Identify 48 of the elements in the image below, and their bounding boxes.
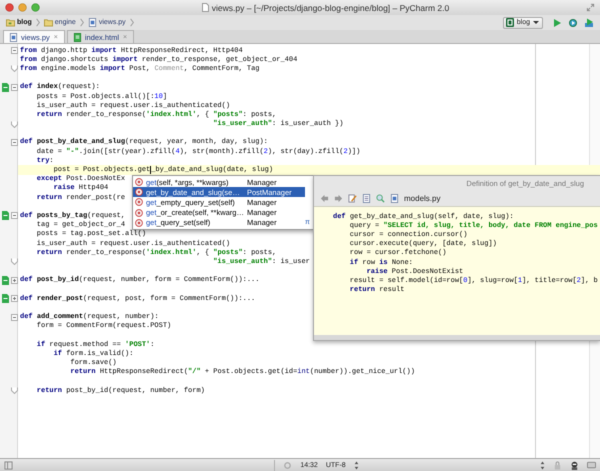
- panel-toggle-icon[interactable]: [4, 460, 13, 470]
- fold-end-icon: [10, 387, 18, 394]
- expand-icon: [10, 295, 18, 302]
- lock-icon[interactable]: [553, 460, 562, 470]
- python-file-icon: [9, 32, 18, 42]
- python-file-icon: [88, 18, 97, 27]
- fullscreen-icon[interactable]: [586, 3, 595, 12]
- coverage-button[interactable]: [582, 16, 595, 28]
- find-icon[interactable]: [376, 194, 385, 202]
- fold-end-icon: [10, 258, 18, 266]
- file-name: models.py: [404, 194, 440, 202]
- up-down-arrows-icon: [540, 460, 545, 470]
- chevron-icon: [130, 18, 134, 27]
- close-window-icon[interactable]: [5, 3, 14, 12]
- document-icon: [202, 3, 209, 12]
- coverage-icon: [584, 18, 594, 28]
- fold-end-icon: [10, 120, 18, 128]
- run-icon: [552, 18, 562, 28]
- fold-icon: [10, 314, 18, 321]
- html-file-icon: [72, 32, 82, 42]
- document-icon: [2, 82, 10, 92]
- window-title: views.py – [~/Projects/django-blog-engine/blog] – PyCharm 2.0: [212, 2, 450, 12]
- forward-icon[interactable]: [334, 194, 343, 202]
- folder-icon: [6, 18, 15, 27]
- chevron-icon: [36, 18, 40, 27]
- fold-icon: [10, 84, 18, 91]
- up-down-arrows-icon: [354, 460, 359, 470]
- edit-icon[interactable]: [348, 194, 357, 202]
- chevron-icon: [80, 18, 84, 27]
- debug-button[interactable]: [566, 16, 579, 28]
- fold-icon: [10, 47, 18, 54]
- caret-icon: [533, 20, 539, 25]
- expand-icon: [10, 276, 18, 284]
- debug-icon: [568, 18, 578, 28]
- minimize-window-icon[interactable]: [18, 3, 27, 12]
- fold-icon: [10, 138, 18, 146]
- folder-icon: [44, 18, 53, 27]
- inspector-icon[interactable]: [570, 460, 579, 470]
- python-file-icon: [390, 194, 399, 202]
- message-icon[interactable]: [587, 460, 596, 470]
- back-icon[interactable]: [320, 194, 329, 202]
- zoom-window-icon[interactable]: [31, 3, 40, 12]
- document-icon: [2, 211, 10, 220]
- fold-end-icon: [10, 65, 18, 72]
- document-icon: [2, 294, 10, 304]
- document-icon: [2, 276, 10, 285]
- fold-icon: [10, 212, 18, 220]
- document-icon[interactable]: [362, 194, 371, 202]
